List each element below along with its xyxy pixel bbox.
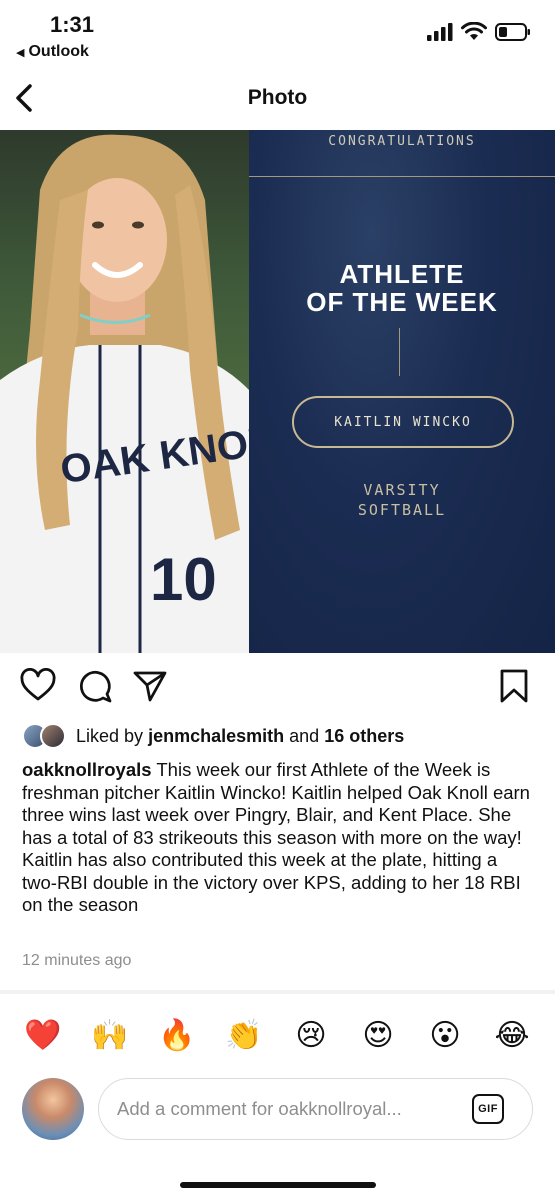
back-app-label: Outlook — [28, 43, 89, 60]
award-headline: ATHLETE OF THE WEEK — [249, 260, 555, 316]
reaction-surprised-icon[interactable]: 😮 — [414, 1014, 476, 1058]
sport-line1: VARSITY — [363, 481, 441, 499]
quick-reactions: ❤️ 🙌 🔥 👏 😢 😍 😮 😂 — [12, 1014, 543, 1058]
post-photo[interactable]: OAK KNOLL 10 CONGRATULATIONS ATHLETE OF … — [0, 130, 555, 653]
reaction-laughing-icon[interactable]: 😂 — [481, 1014, 543, 1058]
likes-prefix: Liked by — [76, 725, 144, 746]
card-vertical-line — [399, 328, 400, 376]
reaction-raised-hands-icon[interactable]: 🙌 — [79, 1014, 141, 1058]
athlete-portrait-illustration: OAK KNOLL 10 — [0, 134, 249, 653]
reaction-heart-icon[interactable]: ❤️ — [12, 1014, 74, 1058]
bookmark-icon[interactable] — [496, 668, 532, 704]
reaction-clap-icon[interactable]: 👏 — [213, 1014, 275, 1058]
liker-avatars — [22, 723, 70, 749]
comment-icon[interactable] — [77, 668, 113, 704]
wifi-icon — [461, 22, 487, 40]
award-card: CONGRATULATIONS ATHLETE OF THE WEEK KAIT… — [249, 130, 555, 653]
share-icon[interactable] — [132, 668, 168, 704]
post-actions — [0, 668, 555, 708]
avatar — [40, 723, 66, 749]
reaction-crying-icon[interactable]: 😢 — [280, 1014, 342, 1058]
reaction-heart-eyes-icon[interactable]: 😍 — [347, 1014, 409, 1058]
back-triangle-icon: ◀ — [16, 46, 25, 59]
caption-username[interactable]: oakknollroyals — [22, 759, 152, 780]
nav-bar: Photo — [0, 72, 555, 128]
home-indicator[interactable] — [180, 1182, 376, 1188]
comment-box[interactable]: GIF — [98, 1078, 533, 1140]
comment-input[interactable] — [117, 1079, 457, 1139]
comment-row: GIF — [22, 1076, 533, 1142]
battery-icon — [495, 22, 530, 41]
athlete-photo: OAK KNOLL 10 — [0, 130, 249, 653]
award-headline-line2: OF THE WEEK — [306, 287, 498, 317]
congrats-text: CONGRATULATIONS — [328, 134, 476, 149]
jersey-number: 10 — [150, 546, 217, 613]
post-caption: oakknollroyals This week our first Athle… — [22, 759, 537, 917]
likes-others[interactable]: 16 others — [324, 726, 404, 747]
sport-label: VARSITY SOFTBALL — [249, 480, 555, 520]
post-timestamp: 12 minutes ago — [22, 952, 132, 969]
athlete-name-pill: KAITLIN WINCKO — [292, 396, 514, 448]
status-bar: 1:31 ◀ Outlook — [0, 0, 555, 70]
sport-line2: SOFTBALL — [357, 501, 447, 519]
status-time: 1:31 — [50, 12, 95, 37]
page-title: Photo — [247, 86, 308, 109]
back-to-app-link[interactable]: ◀ Outlook — [16, 43, 89, 61]
system-icons — [427, 22, 531, 41]
liker-username[interactable]: jenmchalesmith — [148, 726, 284, 747]
signal-icon — [427, 22, 453, 41]
caption-text: This week our first Athlete of the Week … — [22, 759, 530, 915]
award-headline-line1: ATHLETE — [339, 259, 465, 289]
heart-icon[interactable] — [20, 668, 56, 704]
reaction-fire-icon[interactable]: 🔥 — [146, 1014, 208, 1058]
section-divider — [0, 990, 555, 994]
likes-middle: and — [289, 725, 320, 746]
likes-row[interactable]: Liked by jenmchalesmith and 16 others — [22, 722, 535, 750]
card-divider — [249, 176, 555, 177]
gif-button[interactable]: GIF — [472, 1094, 504, 1124]
avatar — [22, 1078, 84, 1140]
